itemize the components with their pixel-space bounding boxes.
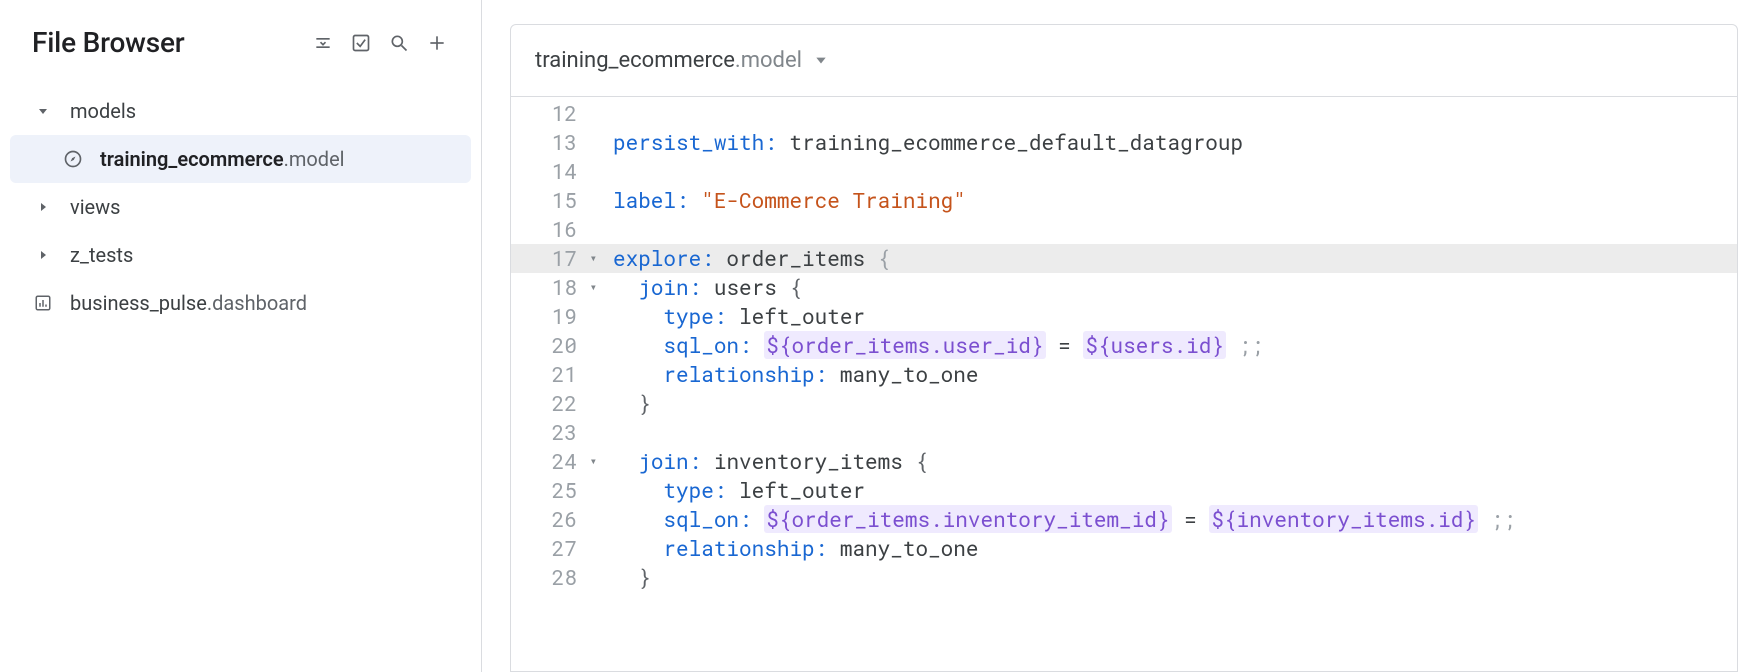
chevron-down-icon — [32, 105, 54, 117]
search-icon[interactable] — [387, 31, 411, 55]
code-line: join: users { — [613, 273, 1737, 302]
file-business-pulse-dashboard[interactable]: business_pulse.dashboard — [0, 279, 481, 327]
code-line: } — [613, 563, 1737, 592]
fold-icon[interactable]: ▾ — [590, 244, 597, 273]
folder-models[interactable]: models — [0, 87, 481, 135]
code-line: join: inventory_items { — [613, 447, 1737, 476]
line-number: 12 — [511, 99, 583, 128]
code-line — [613, 157, 1737, 186]
file-training-ecommerce-model[interactable]: training_ecommerce.model — [10, 135, 471, 183]
code-line: relationship: many_to_one — [613, 534, 1737, 563]
tab-extension: .model — [735, 48, 802, 73]
chevron-right-icon — [32, 201, 54, 213]
sidebar-header: File Browser — [0, 26, 481, 79]
tab-dropdown-icon[interactable] — [814, 48, 828, 73]
fold-icon[interactable]: ▾ — [590, 447, 597, 476]
sidebar-actions — [311, 31, 449, 55]
line-number: 28 — [511, 563, 583, 592]
editor-container: training_ecommerce.model 12 13 14 15 16 … — [510, 24, 1738, 672]
code-line: label: "E-Commerce Training" — [613, 186, 1737, 215]
chevron-right-icon — [32, 249, 54, 261]
editor-panel: training_ecommerce.model 12 13 14 15 16 … — [482, 0, 1738, 672]
code-line: sql_on: ${order_items.user_id} = ${users… — [613, 331, 1737, 360]
line-number: 20 — [511, 331, 583, 360]
line-number: 17▾ — [511, 244, 583, 273]
line-number: 27 — [511, 534, 583, 563]
collapse-icon[interactable] — [311, 31, 335, 55]
validate-icon[interactable] — [349, 31, 373, 55]
line-number: 18▾ — [511, 273, 583, 302]
line-number: 25 — [511, 476, 583, 505]
code-line — [613, 418, 1737, 447]
line-number: 19 — [511, 302, 583, 331]
code-line: type: left_outer — [613, 476, 1737, 505]
line-number: 15 — [511, 186, 583, 215]
code-line-active: explore: order_items { — [511, 244, 1737, 273]
line-number: 14 — [511, 157, 583, 186]
line-gutter: 12 13 14 15 16 17▾ 18▾ 19 20 21 22 23 24… — [511, 97, 583, 671]
file-browser-sidebar: File Browser — [0, 0, 482, 672]
folder-label: z_tests — [70, 243, 133, 267]
code-line: } — [613, 389, 1737, 418]
code-line: sql_on: ${order_items.inventory_item_id}… — [613, 505, 1737, 534]
add-icon[interactable] — [425, 31, 449, 55]
code-body[interactable]: persist_with: training_ecommerce_default… — [583, 97, 1737, 671]
code-line: persist_with: training_ecommerce_default… — [613, 128, 1737, 157]
folder-views[interactable]: views — [0, 183, 481, 231]
file-extension: .dashboard — [207, 291, 307, 315]
file-extension: .model — [284, 147, 345, 171]
line-number: 22 — [511, 389, 583, 418]
code-editor[interactable]: 12 13 14 15 16 17▾ 18▾ 19 20 21 22 23 24… — [511, 97, 1737, 671]
line-number: 21 — [511, 360, 583, 389]
editor-tabbar: training_ecommerce.model — [511, 25, 1737, 97]
code-line: relationship: many_to_one — [613, 360, 1737, 389]
line-number: 16 — [511, 215, 583, 244]
file-name: business_pulse — [70, 291, 207, 315]
folder-label: models — [70, 99, 136, 123]
tab-filename[interactable]: training_ecommerce — [535, 48, 735, 73]
line-number: 13 — [511, 128, 583, 157]
sidebar-title: File Browser — [32, 26, 311, 59]
dashboard-icon — [32, 294, 54, 312]
folder-label: views — [70, 195, 121, 219]
line-number: 26 — [511, 505, 583, 534]
code-line: type: left_outer — [613, 302, 1737, 331]
file-label: business_pulse.dashboard — [70, 291, 307, 315]
compass-icon — [62, 149, 84, 169]
app-root: File Browser — [0, 0, 1738, 672]
code-line — [613, 215, 1737, 244]
file-tree: models training_ecommerce.model views — [0, 79, 481, 327]
folder-z-tests[interactable]: z_tests — [0, 231, 481, 279]
line-number: 24▾ — [511, 447, 583, 476]
fold-icon[interactable]: ▾ — [590, 273, 597, 302]
file-name: training_ecommerce — [100, 147, 284, 171]
file-label: training_ecommerce.model — [100, 147, 345, 171]
line-number: 23 — [511, 418, 583, 447]
code-line — [613, 99, 1737, 128]
